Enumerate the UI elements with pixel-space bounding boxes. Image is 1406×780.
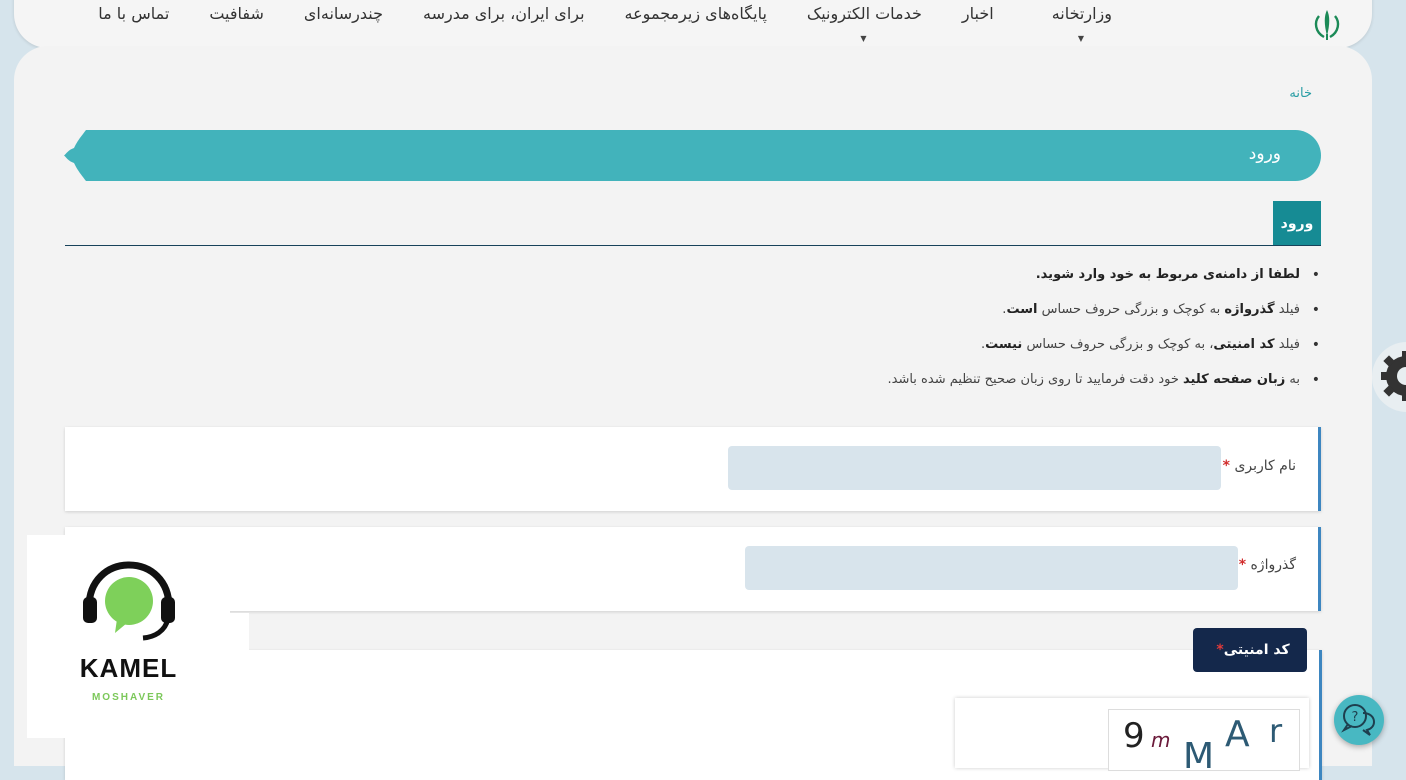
nav-label: برای ایران، برای مدرسه (423, 4, 585, 23)
note-bold: گذرواژه (1224, 302, 1275, 317)
password-row: گذرواژه * (65, 527, 1321, 611)
note-bold: کد امنیتی (1213, 337, 1275, 352)
main-nav: وزارتخانه ▼ اخبار خدمات الکترونیک ▼ پایگ… (98, 4, 1112, 43)
nav-label: وزارتخانه (1051, 4, 1112, 23)
nav-item-contact[interactable]: تماس با ما (98, 4, 169, 23)
svg-text:?: ? (1352, 710, 1359, 725)
chevron-down-icon: ▼ (1077, 34, 1084, 43)
nav-item-sub-sites[interactable]: پایگاه‌های زیرمجموعه (625, 4, 767, 23)
nav-item-for-iran-for-school[interactable]: برای ایران، برای مدرسه (423, 4, 585, 23)
nav-label: اخبار (961, 4, 994, 23)
login-notes: لطفا از دامنه‌ی مربوط به خود وارد شوید. … (887, 264, 1320, 404)
required-mark: * (1216, 642, 1224, 658)
note-text: به کوچک و بزرگی حروف حساس (1037, 302, 1225, 317)
captcha-char: m (1151, 728, 1171, 752)
nav-item-ministry[interactable]: وزارتخانه ▼ (1051, 4, 1112, 43)
password-label-text: گذرواژه (1250, 557, 1296, 573)
captcha-label: کد امنیتی * (1193, 628, 1307, 672)
nav-label: چندرسانه‌ای (303, 4, 384, 23)
note-item: فیلد کد امنیتی، به کوچک و بزرگی حروف حسا… (888, 334, 1319, 369)
nav-item-e-services[interactable]: خدمات الکترونیک ▼ (806, 4, 922, 43)
captcha-box: 9 m M A r (955, 698, 1309, 771)
note-text: فیلد (1274, 337, 1300, 352)
note-item: به زبان صفحه کلید خود دقت فرمایید تا روی… (887, 369, 1320, 404)
note-item: لطفا از دامنه‌ی مربوط به خود وارد شوید. (888, 264, 1320, 299)
nav-item-multimedia[interactable]: چندرسانه‌ای (304, 4, 383, 23)
password-label: گذرواژه * (1235, 557, 1296, 573)
captcha-char: 9 (1123, 716, 1145, 756)
required-mark: * (1238, 557, 1247, 573)
top-navigation-bar: وزارتخانه ▼ اخبار خدمات الکترونیک ▼ پایگ… (14, 0, 1372, 48)
tab-login[interactable]: ورود (1273, 201, 1321, 246)
logo-subtitle: MOSHAVER (91, 692, 166, 703)
breadcrumb-home[interactable]: خانه (1289, 86, 1312, 101)
note-text: ، به کوچک و بزرگی حروف حساس (1022, 337, 1214, 352)
nav-label: خدمات الکترونیک (806, 4, 922, 23)
captcha-char: A (1225, 714, 1250, 755)
captcha-char: M (1183, 736, 1215, 771)
gear-icon[interactable] (1378, 348, 1406, 404)
password-input[interactable] (745, 546, 1238, 590)
note-bold: زبان صفحه کلید (1183, 372, 1286, 387)
nav-label: تماس با ما (98, 4, 170, 23)
tab-divider (65, 245, 1321, 246)
note-bold: نیست (985, 337, 1023, 352)
page-title-banner: ورود (64, 130, 1321, 181)
nav-item-transparency[interactable]: شفافیت (209, 4, 264, 23)
username-label-text: نام کاربری (1234, 458, 1296, 474)
iran-emblem-icon[interactable] (1310, 6, 1344, 42)
page-title: ورود (1248, 144, 1281, 164)
logo-strip (229, 613, 249, 650)
note-item: فیلد گذرواژه به کوچک و بزرگی حروف حساس ا… (888, 299, 1319, 334)
captcha-image[interactable]: 9 m M A r (1108, 709, 1300, 771)
note-text: به (1285, 372, 1300, 387)
nav-label: شفافیت (209, 4, 264, 23)
logo-name: KAMEL (79, 653, 178, 683)
nav-item-news[interactable]: اخبار (962, 4, 994, 23)
chevron-down-icon: ▼ (860, 34, 867, 43)
chat-help-icon: ? (1341, 704, 1376, 736)
username-label: نام کاربری * (1219, 458, 1296, 474)
required-mark: * (1222, 458, 1230, 474)
captcha-label-text: کد امنیتی (1223, 642, 1290, 658)
username-row: نام کاربری * (65, 427, 1321, 511)
logo-widget[interactable]: KAMEL MOSHAVER (27, 535, 230, 738)
banner-ornament (64, 130, 104, 181)
headset-icon (83, 561, 175, 641)
username-input[interactable] (728, 446, 1221, 490)
note-text: فیلد (1274, 302, 1300, 317)
note-text: خود دقت فرمایید تا روی زبان صحیح تنظیم ش… (887, 372, 1184, 387)
note-text: لطفا از دامنه‌ی مربوط به خود وارد شوید. (1035, 267, 1300, 282)
captcha-char: r (1269, 712, 1283, 750)
note-bold: است (1006, 302, 1038, 317)
captcha-row: 9 m M A r (65, 650, 1322, 780)
chat-help-button[interactable]: ? (1334, 695, 1384, 745)
nav-label: پایگاه‌های زیرمجموعه (624, 4, 767, 23)
